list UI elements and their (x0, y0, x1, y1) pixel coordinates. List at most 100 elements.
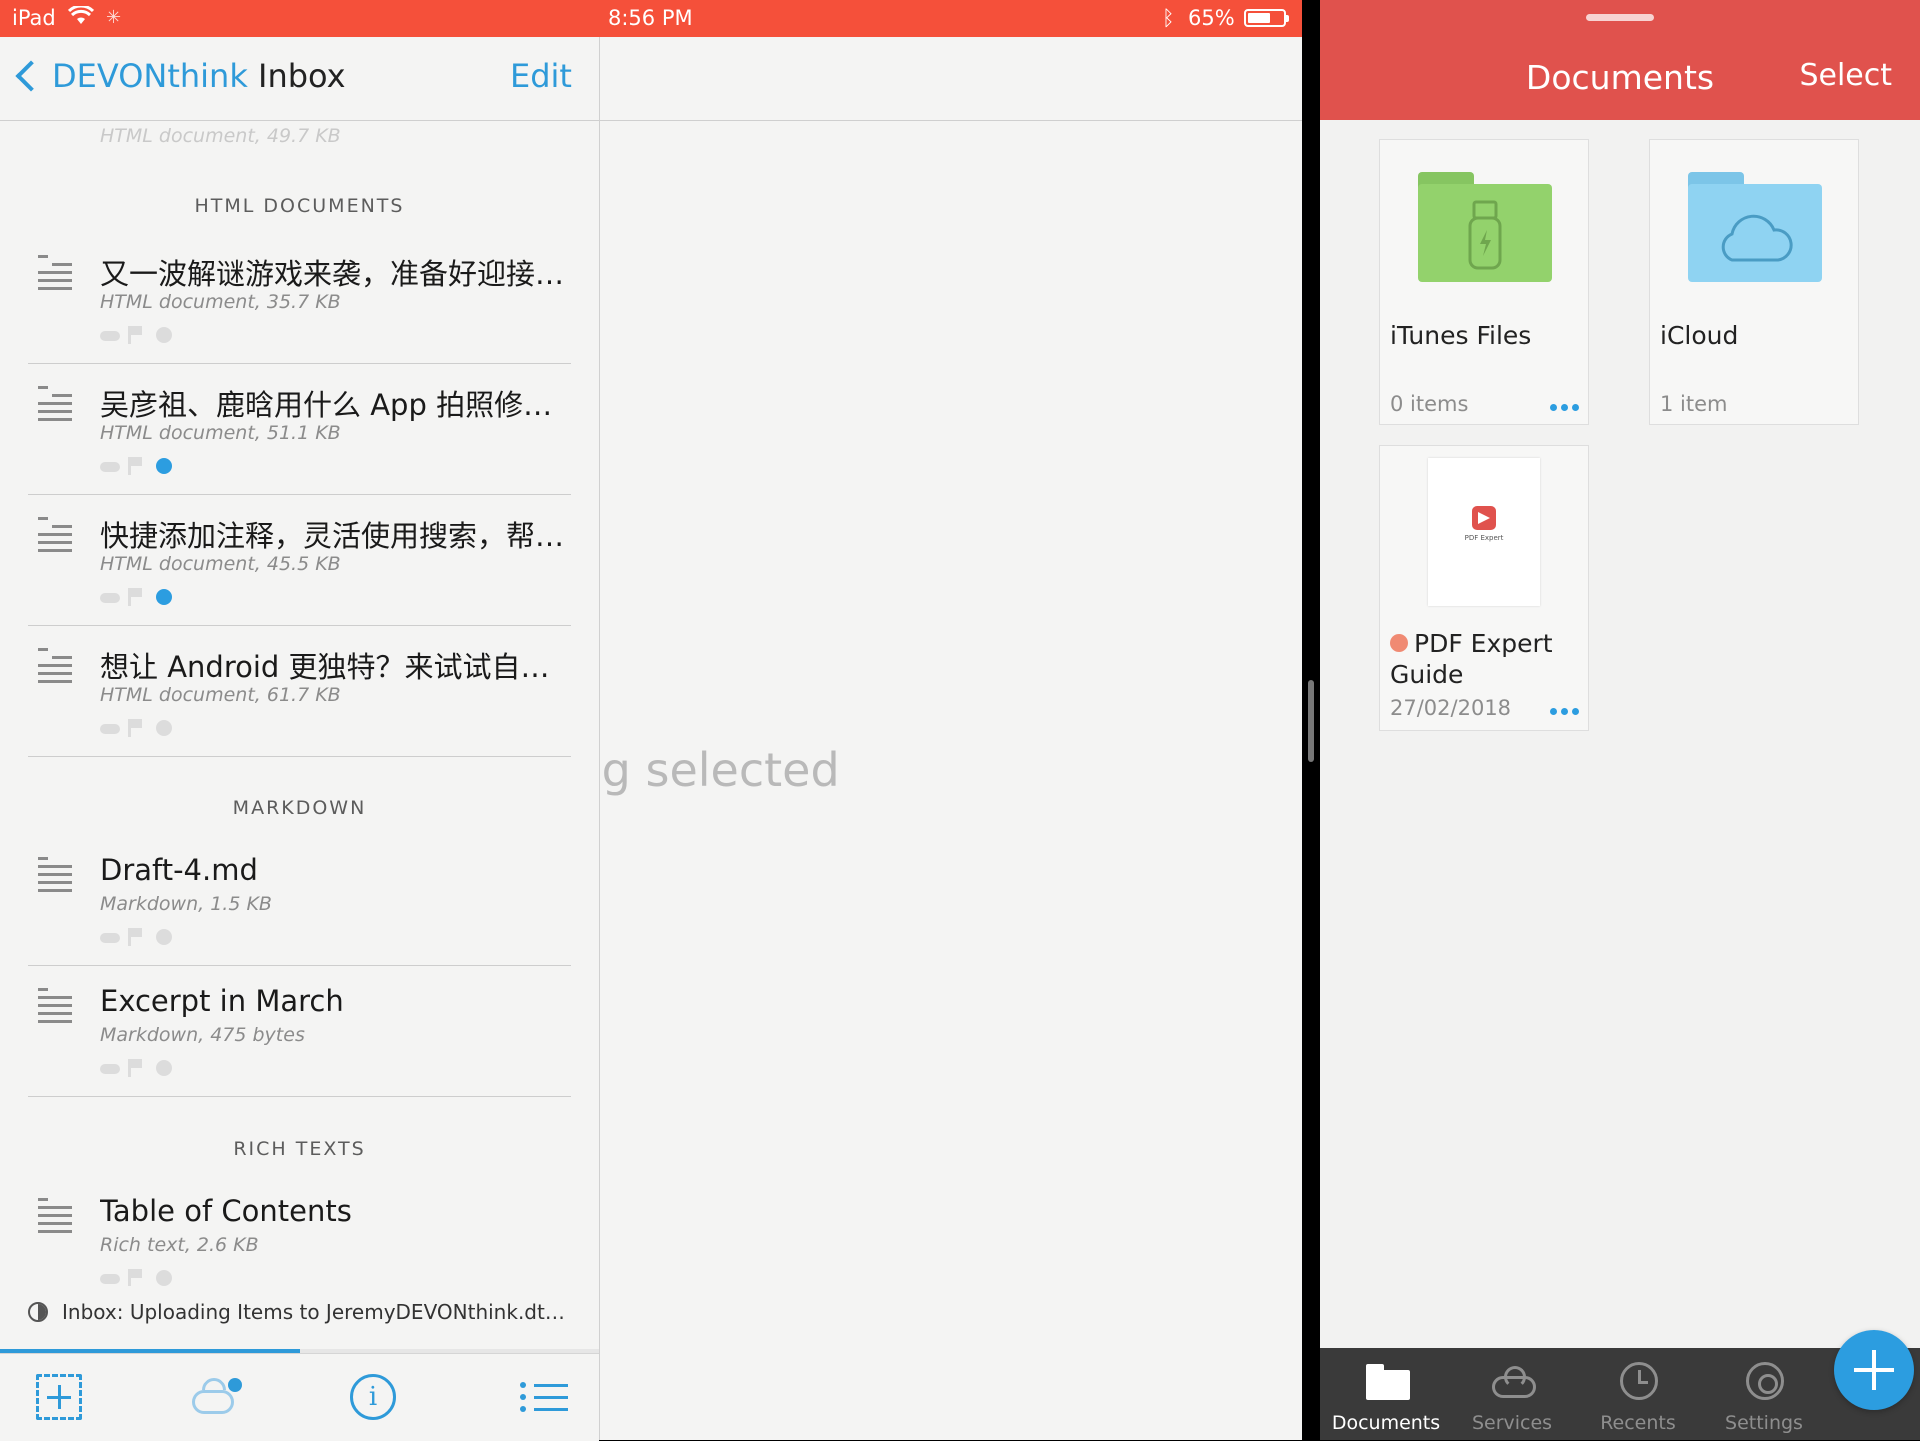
list-item[interactable]: 想让 Android 更独特？来试试自… HTML document, 61.7… (0, 626, 599, 757)
label-dot-icon (156, 720, 172, 736)
tag-icon (100, 331, 120, 341)
list-item-title: Excerpt in March (100, 984, 344, 1018)
back-button-label: DEVONthink (52, 57, 248, 95)
add-icon[interactable] (36, 1374, 82, 1420)
list-item-meta: Markdown, 475 bytes (100, 1024, 305, 1046)
edit-button[interactable]: Edit (510, 57, 572, 95)
clock-time: 8:56 PM (608, 6, 693, 30)
battery-icon (1244, 9, 1289, 27)
battery-fill (1248, 13, 1270, 23)
bluetooth-icon: ᛒ (1162, 6, 1175, 30)
list-item-meta: HTML document, 51.1 KB (100, 422, 341, 444)
tag-icon (100, 1064, 120, 1074)
clock-icon (1620, 1362, 1658, 1400)
documents-header: Documents Select (1320, 0, 1920, 120)
tab-settings[interactable]: Settings (1702, 1348, 1826, 1440)
sync-status-text: Inbox: Uploading Items to JeremyDEVONthi… (62, 1300, 572, 1324)
folder-icon (1366, 1362, 1410, 1402)
item-tags (100, 927, 220, 947)
pane-divider (599, 37, 600, 1440)
list-item[interactable]: 又一波解谜游戏来袭，准备好迎接… HTML document, 35.7 KB (0, 233, 599, 364)
tag-icon (100, 593, 120, 603)
thumbnail-caption: PDF Expert (1464, 534, 1504, 542)
tab-documents[interactable]: Documents (1324, 1348, 1448, 1440)
cloud-icon (1492, 1362, 1536, 1402)
file-item-count: 1 item (1660, 392, 1728, 416)
tab-label: Services (1471, 1412, 1553, 1434)
more-icon[interactable] (1550, 402, 1580, 412)
section-header-markdown: MARKDOWN (232, 797, 367, 819)
list-item-title: 想让 Android 更独特？来试试自… (100, 650, 550, 684)
label-dot-icon (156, 1060, 172, 1076)
tab-recents[interactable]: Recents (1576, 1348, 1700, 1440)
markdown-document-icon (38, 857, 72, 897)
list-item-title: 又一波解谜游戏来袭，准备好迎接… (100, 257, 565, 291)
pdf-thumbnail: PDF Expert (1380, 446, 1588, 616)
list-item[interactable]: Draft-4.md Markdown, 1.5 KB (0, 835, 599, 966)
label-dot-icon (156, 589, 172, 605)
pdf-page-preview: PDF Expert (1428, 458, 1540, 606)
activity-spinner-icon: ✳ (106, 7, 122, 28)
file-tile-pdf-expert-guide[interactable]: PDF Expert PDF Expert Guide 27/02/2018 (1379, 445, 1589, 731)
file-name-line1: PDF Expert (1414, 629, 1553, 658)
resize-handle[interactable] (1308, 680, 1314, 762)
device-name: iPad (12, 6, 56, 30)
flag-icon (128, 928, 142, 946)
battery-percentage: 65% (1188, 6, 1235, 30)
list-item-meta: Markdown, 1.5 KB (100, 893, 272, 915)
pdf-expert-logo-icon (1472, 506, 1496, 530)
tag-icon (100, 462, 120, 472)
item-tags (100, 456, 220, 476)
html-document-icon (38, 255, 72, 295)
label-dot-icon (156, 327, 172, 343)
flag-icon (128, 326, 142, 344)
item-tags (100, 587, 220, 607)
info-icon[interactable]: i (350, 1374, 396, 1420)
flag-icon (128, 588, 142, 606)
item-tags (100, 325, 220, 345)
divider (28, 756, 571, 757)
file-item-count: 0 items (1390, 392, 1469, 416)
sync-progress-icon (28, 1302, 48, 1322)
flag-icon (128, 1269, 142, 1286)
cloud-folder-icon (1650, 140, 1858, 310)
chevron-left-icon (15, 60, 47, 92)
list-item-partially-scrolled[interactable]: HTML document, 49.7 KB (0, 121, 599, 181)
cloud-sync-icon[interactable] (188, 1373, 242, 1420)
list-item-meta: HTML document, 49.7 KB (100, 125, 341, 147)
color-tag-icon (1390, 634, 1408, 652)
document-list[interactable]: HTML document, 49.7 KB HTML DOCUMENTS 又一… (0, 121, 599, 1286)
file-tile-icloud[interactable]: iCloud 1 item (1649, 139, 1859, 425)
tab-services[interactable]: Services (1450, 1348, 1574, 1440)
list-item[interactable]: Table of Contents Rich text, 2.6 KB (0, 1176, 599, 1286)
add-button[interactable] (1834, 1330, 1914, 1410)
file-name: iCloud (1660, 321, 1739, 350)
file-tile-itunes-files[interactable]: iTunes Files 0 items (1379, 139, 1589, 425)
list-item[interactable]: 吴彦祖、鹿晗用什么 App 拍照修… HTML document, 51.1 K… (0, 364, 599, 495)
back-button[interactable]: DEVONthink (14, 57, 248, 95)
tab-label: Settings (1725, 1412, 1803, 1434)
file-name: PDF Expert Guide (1390, 628, 1553, 690)
item-tags (100, 718, 220, 738)
navigation-bar: DEVONthink Inbox Edit (0, 37, 1302, 121)
tag-icon (100, 1274, 120, 1284)
flag-icon (128, 1059, 142, 1077)
list-icon[interactable] (520, 1374, 568, 1420)
flag-icon (128, 719, 142, 737)
split-view-divider[interactable] (1302, 0, 1320, 1440)
more-icon[interactable] (1550, 706, 1580, 716)
list-item-meta: HTML document, 61.7 KB (100, 684, 341, 706)
section-header-rich-texts: RICH TEXTS (233, 1138, 366, 1160)
list-item[interactable]: Excerpt in March Markdown, 475 bytes (0, 966, 599, 1097)
select-button[interactable]: Select (1799, 58, 1892, 93)
usb-folder-icon (1380, 140, 1588, 310)
pdf-expert-app: Documents Select iTunes Files 0 items iC… (1320, 0, 1920, 1440)
list-item-meta: HTML document, 35.7 KB (100, 291, 341, 313)
item-tags (100, 1058, 220, 1078)
gear-icon (1746, 1362, 1784, 1400)
tag-icon (100, 933, 120, 943)
devonthink-app: DEVONthink Inbox Edit Nothing selected H… (0, 37, 1302, 1441)
markdown-document-icon (38, 988, 72, 1028)
slide-over-grabber[interactable] (1586, 14, 1654, 21)
list-item[interactable]: 快捷添加注释，灵活使用搜索，帮… HTML document, 45.5 KB (0, 495, 599, 626)
